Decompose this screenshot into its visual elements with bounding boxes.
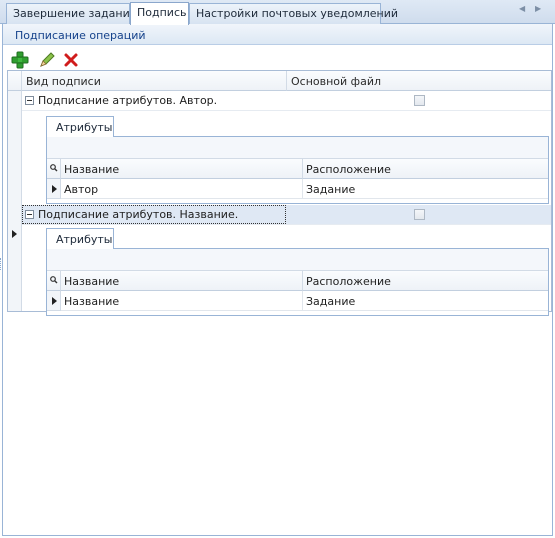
column-header-label: Название [64, 275, 120, 288]
column-header-name[interactable]: Название [61, 159, 303, 179]
current-row-arrow-icon [52, 297, 57, 305]
master-row[interactable]: Подписание атрибутов. Название. [22, 205, 551, 225]
tab-attributes[interactable]: Атрибуты [46, 228, 114, 249]
group-panel [47, 137, 548, 159]
signature-panel: Подписание операций Вид подписи Основной… [2, 24, 553, 536]
cell-name[interactable]: Автор [61, 179, 303, 199]
group-title: Подписание операций [15, 29, 146, 42]
row-indicator [47, 291, 61, 311]
cell-value: Задание [306, 183, 356, 196]
delete-button[interactable] [62, 51, 80, 69]
column-header-label: Основной файл [291, 75, 382, 88]
column-chooser-button[interactable] [47, 271, 61, 291]
search-icon [50, 164, 58, 172]
tab-task-completion[interactable]: Завершение задания [6, 3, 136, 24]
tab-scroll-buttons: ◀ ▶ [519, 4, 547, 18]
current-row-arrow-icon [12, 230, 17, 238]
column-header-label: Расположение [306, 275, 391, 288]
edit-icon [40, 52, 55, 67]
current-row-arrow-icon [52, 185, 57, 193]
cell-value: Автор [64, 183, 99, 196]
main-file-checkbox[interactable] [414, 95, 425, 106]
tab-attributes[interactable]: Атрибуты [46, 116, 114, 137]
column-chooser-button[interactable] [47, 159, 61, 179]
column-header-location[interactable]: Расположение [303, 159, 548, 179]
cell-location[interactable]: Задание [303, 291, 548, 311]
add-button[interactable] [11, 51, 29, 69]
tab-label: Атрибуты [56, 233, 113, 246]
main-file-checkbox[interactable] [414, 209, 425, 220]
row-indicator-column [8, 91, 22, 311]
signature-type-label: Подписание атрибутов. Название. [38, 208, 239, 221]
group-header: Подписание операций [3, 24, 552, 45]
tab-signature[interactable]: Подпись [130, 2, 189, 25]
cell-location[interactable]: Задание [303, 179, 548, 199]
collapse-icon[interactable] [25, 210, 34, 219]
signature-type-label: Подписание атрибутов. Автор. [38, 94, 218, 107]
column-header-label: Вид подписи [26, 75, 101, 88]
indicator-header [8, 71, 22, 91]
attributes-grid: Название Расположение Название Задание [46, 248, 549, 316]
column-header-name[interactable]: Название [61, 271, 303, 291]
cell-value: Название [64, 295, 120, 308]
tab-label: Атрибуты [56, 121, 113, 134]
column-header-label: Расположение [306, 163, 391, 176]
row-indicator [47, 179, 61, 199]
column-header-signature-type[interactable]: Вид подписи [22, 71, 287, 91]
column-header-main-file[interactable]: Основной файл [287, 71, 551, 91]
search-icon [50, 276, 58, 284]
scroll-left-icon[interactable]: ◀ [519, 4, 525, 13]
tab-label: Подпись [137, 6, 187, 19]
column-header-location[interactable]: Расположение [303, 271, 548, 291]
collapse-icon[interactable] [25, 96, 34, 105]
master-row[interactable]: Подписание атрибутов. Автор. [22, 91, 551, 111]
add-icon [11, 51, 29, 69]
edit-button[interactable] [38, 51, 56, 69]
cell-value: Задание [306, 295, 356, 308]
group-panel [47, 249, 548, 271]
tab-mail-notifications[interactable]: Настройки почтовых уведомлений [189, 3, 398, 24]
attributes-grid: Название Расположение Автор Задание [46, 136, 549, 204]
detail-view: Атрибуты Название Расположение Название … [46, 228, 549, 316]
delete-icon [64, 53, 78, 67]
detail-view: Атрибуты Название Расположение Автор Зад… [46, 116, 549, 204]
column-header-label: Название [64, 163, 120, 176]
tab-strip: Завершение задания Подпись Настройки поч… [0, 0, 555, 25]
tab-label: Настройки почтовых уведомлений [196, 7, 399, 20]
scroll-right-icon[interactable]: ▶ [535, 4, 541, 13]
signature-types-grid: Вид подписи Основной файл Подписание атр… [7, 70, 552, 316]
cell-name[interactable]: Название [61, 291, 303, 311]
tab-label: Завершение задания [13, 7, 137, 20]
